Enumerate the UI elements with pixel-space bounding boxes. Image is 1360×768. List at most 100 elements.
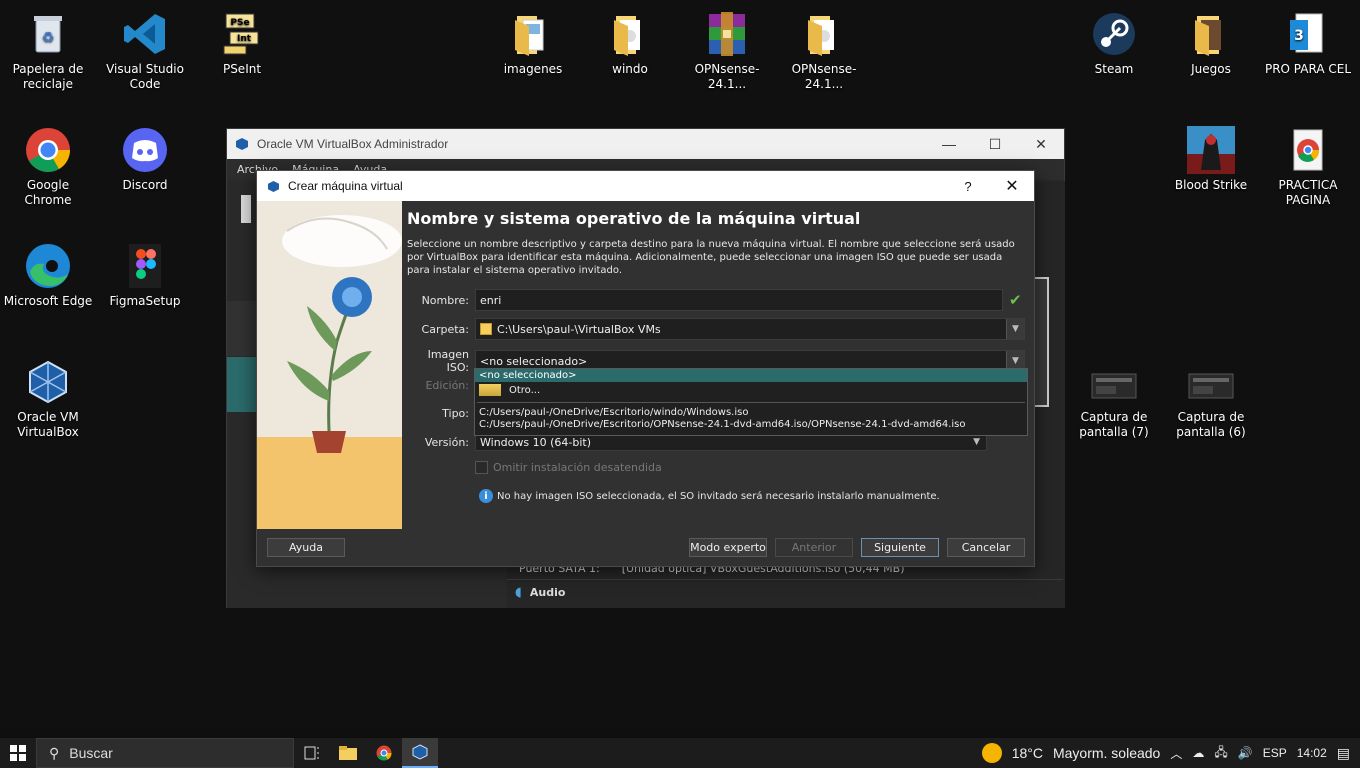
help-button[interactable]: Ayuda bbox=[267, 538, 345, 557]
desktop-icon-label: Microsoft Edge bbox=[3, 294, 93, 308]
desktop-icon-label: Papelera de reciclaje bbox=[12, 62, 84, 91]
desktop-icon-opnsense-folder[interactable]: OPNsense-24.1... bbox=[778, 10, 870, 92]
chevron-down-icon[interactable]: ▼ bbox=[973, 437, 980, 447]
weather-desc[interactable]: Mayorm. soleado bbox=[1053, 745, 1160, 761]
desktop-icon-vscode[interactable]: Visual Studio Code bbox=[99, 10, 191, 92]
unattended-row: Omitir instalación desatendida bbox=[475, 461, 662, 474]
vbox-manager-titlebar[interactable]: Oracle VM VirtualBox Administrador — ☐ ✕ bbox=[227, 129, 1064, 159]
screenshot-icon bbox=[1187, 358, 1235, 406]
name-row: Nombre: enri ✔ bbox=[407, 289, 1022, 311]
next-button[interactable]: Siguiente bbox=[861, 538, 939, 557]
folder-icon bbox=[509, 10, 557, 58]
chrome-taskbar-icon[interactable] bbox=[366, 738, 402, 768]
desktop-icon-practica-pagina[interactable]: PRACTICA PAGINA bbox=[1262, 126, 1354, 208]
desktop-icon-juegos[interactable]: Juegos bbox=[1165, 10, 1257, 77]
desktop-icon-windo[interactable]: windo bbox=[584, 10, 676, 77]
desktop-icon-label: Google Chrome bbox=[24, 178, 72, 207]
desktop-icon-captura-6[interactable]: Captura de pantalla (6) bbox=[1165, 358, 1257, 440]
weather-icon[interactable] bbox=[981, 743, 1002, 763]
desktop-icon-label: Blood Strike bbox=[1174, 178, 1248, 192]
svg-text:♻: ♻ bbox=[42, 30, 55, 46]
windows-icon bbox=[10, 745, 26, 761]
desktop-icon-virtualbox[interactable]: Oracle VM VirtualBox bbox=[2, 358, 94, 440]
taskbar-search[interactable]: ⚲ Buscar bbox=[36, 738, 294, 768]
type-label: Tipo: bbox=[442, 407, 469, 420]
desktop-icon-imagenes[interactable]: imagenes bbox=[487, 10, 579, 77]
name-label: Nombre: bbox=[421, 293, 469, 307]
dialog-titlebar[interactable]: Crear máquina virtual ? ✕ bbox=[257, 171, 1034, 201]
tools-icon[interactable] bbox=[241, 195, 251, 223]
file-explorer-icon[interactable] bbox=[330, 738, 366, 768]
chrome-icon bbox=[24, 126, 72, 174]
desktop-icon-label: PRO PARA CEL bbox=[1264, 62, 1352, 76]
desktop-icon-figma[interactable]: FigmaSetup bbox=[99, 242, 191, 309]
dropdown-item-recent-iso[interactable]: C:/Users/paul-/OneDrive/Escritorio/windo… bbox=[475, 407, 1027, 419]
desktop-icon-steam[interactable]: Steam bbox=[1068, 10, 1160, 77]
folder-label: Carpeta: bbox=[421, 322, 469, 336]
svg-text:3: 3 bbox=[1294, 28, 1304, 44]
virtualbox-icon bbox=[24, 358, 72, 406]
desktop-icon-label: PRACTICA PAGINA bbox=[1278, 178, 1338, 207]
desktop-icon-blood-strike[interactable]: Blood Strike bbox=[1165, 126, 1257, 193]
back-button[interactable]: Anterior bbox=[775, 538, 853, 557]
cancel-button[interactable]: Cancelar bbox=[947, 538, 1025, 557]
dropdown-item-other[interactable]: Otro... bbox=[475, 382, 1027, 398]
folder-value: C:\Users\paul-\VirtualBox VMs bbox=[497, 322, 661, 336]
audio-icon: ◖ bbox=[515, 584, 522, 600]
folder-icon bbox=[1187, 10, 1235, 58]
start-button[interactable] bbox=[0, 738, 36, 768]
expert-mode-button[interactable]: Modo experto bbox=[689, 538, 767, 557]
unattended-label: Omitir instalación desatendida bbox=[493, 461, 662, 474]
desktop-icon-label: imagenes bbox=[503, 62, 563, 76]
desktop-icon-label: Discord bbox=[122, 178, 168, 192]
volume-icon[interactable]: 🔊 bbox=[1238, 746, 1253, 760]
chevron-down-icon[interactable]: ▼ bbox=[1006, 319, 1024, 339]
edge-icon bbox=[24, 242, 72, 290]
taskbar: ⚲ Buscar 18°C Mayorm. soleado ︿ ☁ 🖧 🔊 ES… bbox=[0, 738, 1360, 768]
desktop-icon-label: Steam bbox=[1094, 62, 1134, 76]
desktop-icon-recycle-bin[interactable]: ♻ Papelera de reciclaje bbox=[2, 10, 94, 92]
document-icon: 3 bbox=[1284, 10, 1332, 58]
desktop-icon-captura-7[interactable]: Captura de pantalla (7) bbox=[1068, 358, 1160, 440]
desktop-icon-edge[interactable]: Microsoft Edge bbox=[2, 242, 94, 309]
virtualbox-icon bbox=[235, 137, 249, 151]
language-indicator[interactable]: ESP bbox=[1263, 746, 1287, 760]
desktop-icon-pseint[interactable]: PSe Int PSeInt bbox=[196, 10, 288, 77]
version-value: Windows 10 (64-bit) bbox=[480, 435, 591, 449]
page-description: Seleccione un nombre descriptivo y carpe… bbox=[407, 239, 1015, 276]
clock[interactable]: 14:02 bbox=[1297, 746, 1327, 760]
maximize-icon[interactable]: ☐ bbox=[972, 136, 1018, 153]
close-icon[interactable]: ✕ bbox=[990, 176, 1034, 196]
chevron-up-icon[interactable]: ︿ bbox=[1170, 745, 1182, 762]
iso-value: <no seleccionado> bbox=[480, 354, 588, 368]
dropdown-item-none[interactable]: <no seleccionado> bbox=[475, 369, 1027, 382]
desktop-icon-pro-para-cel[interactable]: 3 PRO PARA CEL bbox=[1262, 10, 1354, 77]
cloud-icon[interactable]: ☁ bbox=[1192, 746, 1204, 760]
version-label: Versión: bbox=[424, 435, 469, 449]
name-field[interactable]: enri bbox=[475, 289, 1003, 311]
svg-text:PSe: PSe bbox=[230, 18, 249, 28]
minimize-icon[interactable]: — bbox=[926, 136, 972, 153]
svg-text:Int: Int bbox=[237, 34, 252, 44]
discord-icon bbox=[121, 126, 169, 174]
notifications-icon[interactable]: ▤ bbox=[1337, 745, 1350, 762]
close-icon[interactable]: ✕ bbox=[1018, 136, 1064, 153]
iso-dropdown-list: <no seleccionado> Otro... C:/Users/paul-… bbox=[474, 368, 1028, 436]
check-icon: ✔ bbox=[1009, 291, 1022, 309]
desktop-icon-opnsense-rar[interactable]: OPNsense-24.1... bbox=[681, 10, 773, 92]
info-message: No hay imagen ISO seleccionada, el SO in… bbox=[497, 490, 940, 502]
desktop-icon-chrome[interactable]: Google Chrome bbox=[2, 126, 94, 208]
task-view-icon[interactable] bbox=[294, 738, 330, 768]
virtualbox-taskbar-icon[interactable] bbox=[402, 738, 438, 768]
folder-combo[interactable]: C:\Users\paul-\VirtualBox VMs ▼ bbox=[475, 318, 1025, 340]
unattended-checkbox[interactable] bbox=[475, 461, 488, 474]
weather-temp[interactable]: 18°C bbox=[1012, 745, 1043, 761]
network-icon[interactable]: 🖧 bbox=[1214, 743, 1227, 764]
desktop-icon-label: windo bbox=[612, 62, 648, 76]
dropdown-separator bbox=[477, 402, 1025, 403]
audio-section-title: Audio bbox=[529, 585, 566, 599]
folder-icon bbox=[480, 323, 492, 335]
desktop-icon-discord[interactable]: Discord bbox=[99, 126, 191, 193]
dropdown-item-recent-iso[interactable]: C:/Users/paul-/OneDrive/Escritorio/OPNse… bbox=[475, 419, 1027, 431]
help-icon[interactable]: ? bbox=[946, 179, 990, 194]
